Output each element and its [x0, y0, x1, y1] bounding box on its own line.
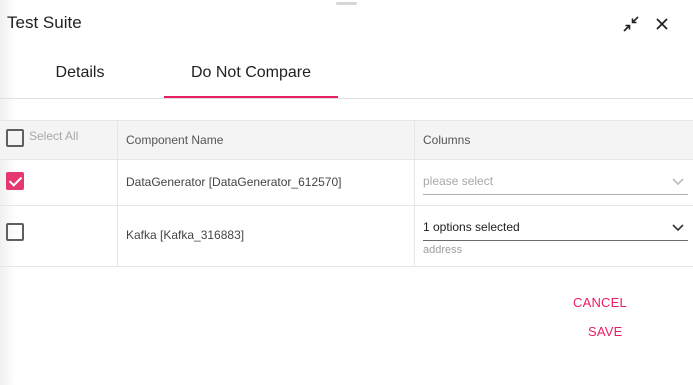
header-columns-cell: Columns: [414, 121, 693, 159]
drag-handle[interactable]: [336, 2, 357, 5]
close-icon[interactable]: [652, 14, 672, 34]
table-row: Kafka [Kafka_316883] 1 options selected …: [0, 206, 693, 267]
row-select-cell: [0, 206, 117, 266]
columns-select-value: 1 options selected: [423, 220, 520, 234]
select-all-cell: Select All: [0, 121, 117, 159]
chevron-down-icon: [672, 224, 684, 232]
collapse-arrows-icon[interactable]: [621, 14, 641, 34]
table-row: DataGenerator [DataGenerator_612570] ple…: [0, 159, 693, 206]
columns-cell: please select: [414, 159, 693, 205]
columns-select-placeholder: please select: [423, 174, 494, 188]
tab-details[interactable]: Details: [0, 50, 160, 96]
select-all-checkbox[interactable]: [6, 129, 24, 147]
column-header-component-name: Component Name: [126, 133, 224, 147]
chevron-down-icon: [672, 178, 684, 186]
columns-select[interactable]: please select: [423, 172, 688, 195]
tab-do-not-compare[interactable]: Do Not Compare: [164, 50, 338, 98]
tab-bar: Details Do Not Compare: [0, 50, 693, 99]
columns-cell: 1 options selected address: [414, 206, 693, 266]
component-name-cell: DataGenerator [DataGenerator_612570]: [117, 159, 415, 205]
row-checkbox[interactable]: [6, 172, 24, 190]
select-all-label: Select All: [29, 129, 79, 143]
dialog-title: Test Suite: [7, 13, 82, 32]
row-checkbox[interactable]: [6, 223, 24, 241]
header-component-name-cell: Component Name: [117, 121, 415, 159]
component-name-cell: Kafka [Kafka_316883]: [117, 206, 415, 266]
row-select-cell: [0, 159, 117, 205]
table-header-row: Select All Component Name Columns: [0, 120, 693, 160]
save-button[interactable]: SAVE: [588, 324, 623, 339]
column-header-columns: Columns: [423, 133, 471, 147]
columns-select[interactable]: 1 options selected: [423, 218, 688, 241]
cancel-button[interactable]: CANCEL: [573, 295, 627, 310]
component-name: DataGenerator [DataGenerator_612570]: [126, 175, 342, 189]
component-name: Kafka [Kafka_316883]: [126, 228, 245, 242]
columns-hint: address: [423, 244, 463, 256]
